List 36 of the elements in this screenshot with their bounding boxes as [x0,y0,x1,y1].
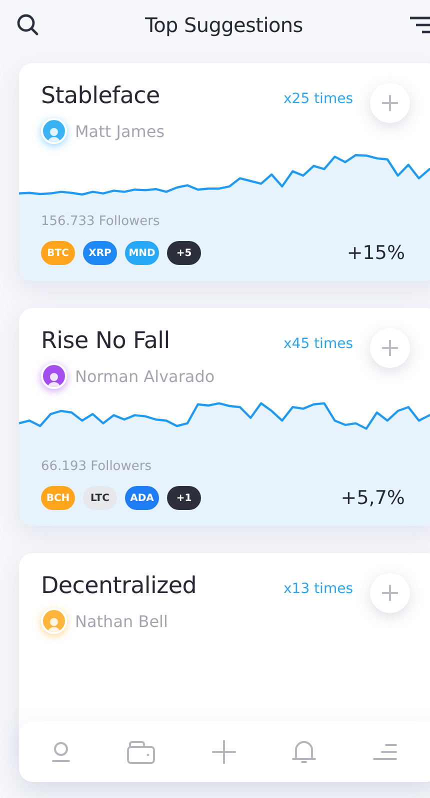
coin-tag: ADA [125,486,159,510]
add-button[interactable] [370,573,410,613]
coin-tag: MND [125,241,159,265]
add-button[interactable] [370,83,410,123]
page-title: Top Suggestions [144,13,304,37]
copy-count: x25 times [284,91,353,109]
percent-change: +5,7% [340,487,405,509]
copy-count: x45 times [284,336,353,354]
followers-count: 66.193 Followers [41,459,153,474]
plus-icon[interactable] [381,94,399,112]
plus-icon[interactable] [381,584,399,602]
plus-icon[interactable] [381,339,399,357]
strategy-card[interactable]: Rise No Fall Norman Alvarado x45 times 66.193 Followers BCH LTC ADA +1 +5,7% [19,308,430,526]
percent-change: +15% [346,242,405,264]
coin-tag: +5 [167,241,201,265]
coin-tag: BTC [41,241,75,265]
card-title: Stableface [41,83,161,109]
search-icon[interactable] [16,13,40,37]
menu-icon[interactable] [408,15,430,35]
add-icon[interactable] [210,738,236,764]
bell-icon[interactable] [291,738,318,764]
author-name: Norman Alvarado [75,366,215,386]
coin-tag: BCH [41,486,75,510]
card-title: Decentralized [41,573,198,599]
coin-tag: LTC [83,486,117,510]
strategy-card[interactable]: Stableface Matt James x25 times 156.733 Followers BTC XRP MND +5 +15% [19,63,430,281]
add-button[interactable] [370,328,410,368]
followers-count: 156.733 Followers [41,214,161,229]
coin-tag: +1 [167,486,201,510]
coin-tag: XRP [83,241,117,265]
user-icon[interactable] [51,740,71,762]
wallet-icon[interactable] [126,738,156,764]
author-name: Nathan Bell [75,612,168,630]
copy-count: x13 times [284,581,353,599]
card-title: Rise No Fall [41,328,171,354]
author-name: Matt James [75,122,165,140]
